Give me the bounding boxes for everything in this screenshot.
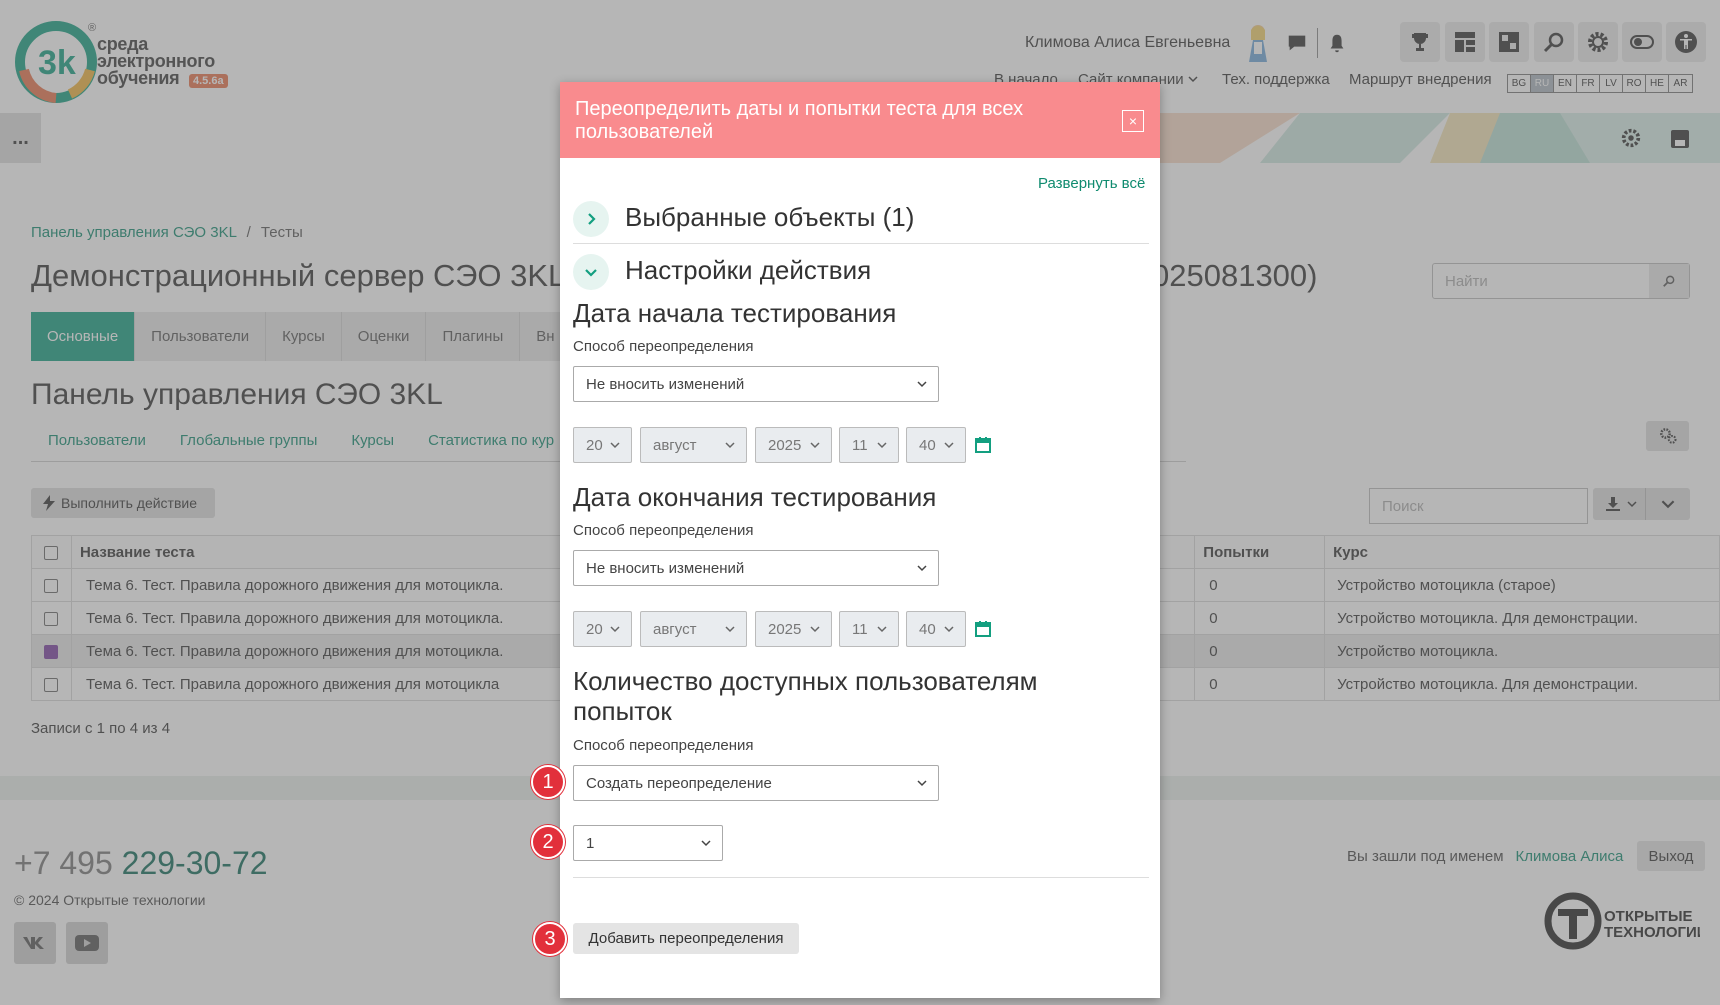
- chevron-down-icon: [877, 626, 887, 633]
- section-action-settings[interactable]: Настройки действия: [625, 255, 871, 286]
- start-day-value: 20: [586, 436, 603, 454]
- start-day-select[interactable]: 20: [573, 427, 632, 463]
- attempts-count-select[interactable]: 1: [573, 825, 723, 861]
- annotation-marker-3: 3: [533, 922, 567, 956]
- start-month-value: август: [653, 436, 697, 454]
- start-hour-value: 11: [852, 436, 868, 454]
- end-minute-select[interactable]: 40: [906, 611, 966, 647]
- end-method-label: Способ переопределения: [573, 522, 754, 539]
- end-year-select[interactable]: 2025: [755, 611, 832, 647]
- page: 3k ® среда электронного обучения 4.5.6a …: [0, 0, 1720, 1005]
- end-date-title: Дата окончания тестирования: [573, 482, 937, 512]
- calendar-icon[interactable]: [974, 436, 992, 454]
- end-method-value: Не вносить изменений: [586, 559, 745, 577]
- start-minute-value: 40: [919, 436, 936, 454]
- chevron-down-icon: [810, 442, 820, 449]
- start-method-select[interactable]: Не вносить изменений: [573, 366, 939, 402]
- attempts-title: Количество доступных пользователям попыт…: [573, 666, 1038, 726]
- start-method-value: Не вносить изменений: [586, 375, 745, 393]
- start-method-label: Способ переопределения: [573, 338, 754, 355]
- annotation-marker-2: 2: [531, 825, 565, 859]
- chevron-down-icon: [810, 626, 820, 633]
- calendar-icon[interactable]: [974, 620, 992, 638]
- start-year-value: 2025: [768, 436, 802, 454]
- end-method-select[interactable]: Не вносить изменений: [573, 550, 939, 586]
- end-month-select[interactable]: август: [640, 611, 747, 647]
- end-month-value: август: [653, 620, 697, 638]
- chevron-down-icon: [917, 565, 927, 572]
- chevron-down-icon[interactable]: [573, 254, 609, 290]
- chevron-down-icon: [944, 442, 954, 449]
- end-day-value: 20: [586, 620, 603, 638]
- attempts-method-value: Создать переопределение: [586, 774, 772, 792]
- section-selected-objects[interactable]: Выбранные объекты (1): [625, 202, 914, 233]
- expand-all-link[interactable]: Развернуть всё: [1038, 175, 1145, 192]
- start-year-select[interactable]: 2025: [755, 427, 832, 463]
- chevron-down-icon: [944, 626, 954, 633]
- section-divider: [573, 243, 1149, 244]
- start-date-title: Дата начала тестирования: [573, 298, 897, 328]
- start-month-select[interactable]: август: [640, 427, 747, 463]
- form-divider: [573, 877, 1149, 878]
- start-hour-select[interactable]: 11: [839, 427, 899, 463]
- dialog-close-button[interactable]: ×: [1122, 110, 1144, 132]
- attempts-method-label: Способ переопределения: [573, 737, 754, 754]
- chevron-down-icon: [725, 442, 735, 449]
- end-hour-select[interactable]: 11: [839, 611, 899, 647]
- end-hour-value: 11: [852, 620, 868, 638]
- chevron-right-icon[interactable]: [573, 201, 609, 237]
- override-dialog: Переопределить даты и попытки теста для …: [531, 82, 1160, 998]
- annotation-marker-1: 1: [531, 765, 565, 799]
- chevron-down-icon: [877, 442, 887, 449]
- chevron-down-icon: [725, 626, 735, 633]
- dialog-title: Переопределить даты и попытки теста для …: [560, 82, 1160, 158]
- chevron-down-icon: [701, 840, 711, 847]
- attempts-method-select[interactable]: Создать переопределение: [573, 765, 939, 801]
- chevron-down-icon: [610, 442, 620, 449]
- chevron-down-icon: [610, 626, 620, 633]
- attempts-count-value: 1: [586, 834, 595, 852]
- end-year-value: 2025: [768, 620, 802, 638]
- chevron-down-icon: [917, 780, 927, 787]
- start-minute-select[interactable]: 40: [906, 427, 966, 463]
- chevron-down-icon: [917, 381, 927, 388]
- add-overrides-button[interactable]: Добавить переопределения: [573, 923, 799, 954]
- end-minute-value: 40: [919, 620, 936, 638]
- end-day-select[interactable]: 20: [573, 611, 632, 647]
